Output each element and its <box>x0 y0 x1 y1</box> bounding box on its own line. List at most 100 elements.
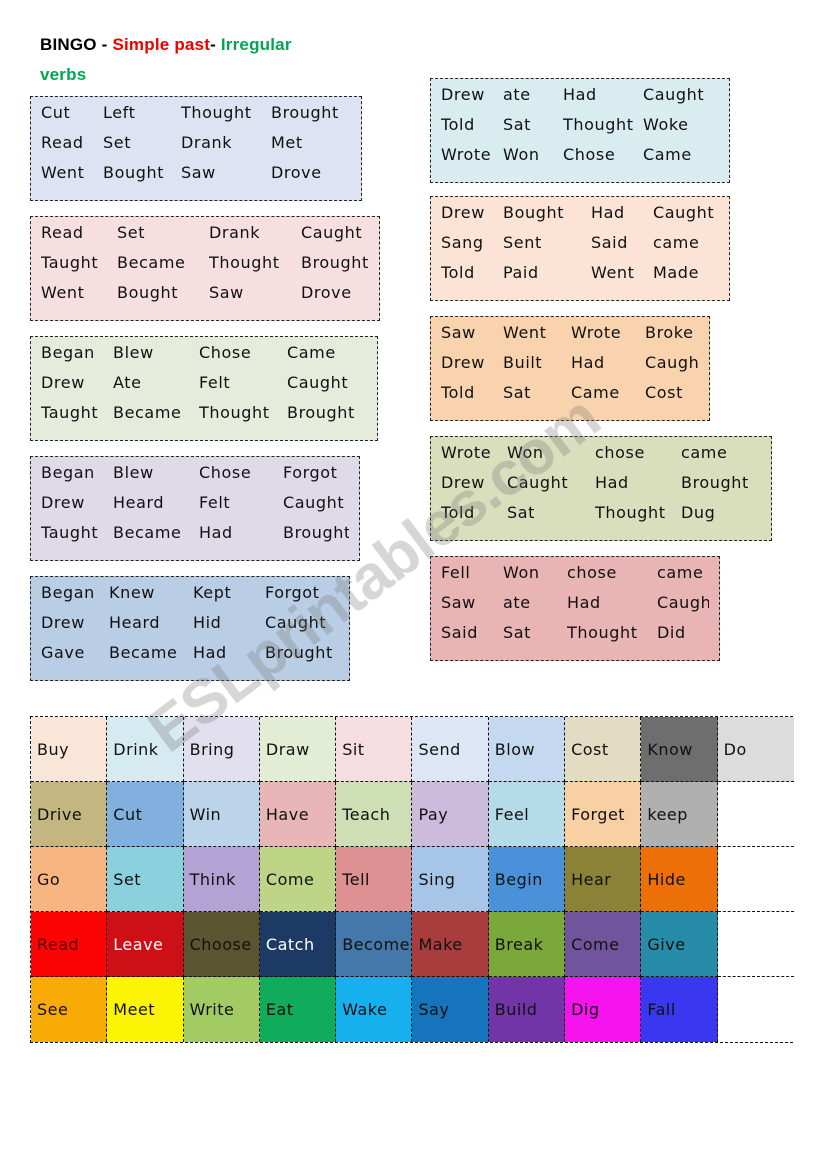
bingo-card-cell[interactable]: Kept <box>193 583 265 602</box>
verb-cell-set[interactable]: Set <box>107 847 184 912</box>
verb-cell-think[interactable]: Think <box>183 847 260 912</box>
bingo-card-cell[interactable]: ate <box>503 593 567 612</box>
bingo-card-cell[interactable]: Came <box>571 383 645 402</box>
bingo-card-cell[interactable]: Taught <box>41 403 113 422</box>
verb-cell-break[interactable]: Break <box>488 912 566 977</box>
verb-cell-sit[interactable]: Sit <box>336 717 413 782</box>
verb-cell-empty[interactable] <box>717 912 794 977</box>
bingo-card-cell[interactable]: Heard <box>109 613 193 632</box>
bingo-card-cell[interactable]: Sang <box>441 233 503 252</box>
bingo-card-cell[interactable]: Taught <box>41 253 117 272</box>
bingo-card-cell[interactable]: Saw <box>441 323 503 342</box>
bingo-card-cell[interactable]: Told <box>441 383 503 402</box>
verb-cell-see[interactable]: See <box>31 977 108 1042</box>
bingo-card-cell[interactable]: Caught <box>265 613 339 632</box>
bingo-card-cell[interactable]: Forgot <box>265 583 339 602</box>
bingo-card-cell[interactable]: Hid <box>193 613 265 632</box>
bingo-card-cell[interactable]: Saw <box>181 163 271 182</box>
bingo-card-cell[interactable]: Dug <box>681 503 761 522</box>
bingo-card-cell[interactable]: Heard <box>113 493 199 512</box>
verb-cell-sing[interactable]: Sing <box>412 847 489 912</box>
bingo-card-cell[interactable]: Told <box>441 503 507 522</box>
verb-cell-draw[interactable]: Draw <box>259 717 337 782</box>
bingo-card-cell[interactable]: Became <box>113 523 199 542</box>
bingo-card-cell[interactable]: Began <box>41 343 113 362</box>
bingo-card-cell[interactable]: Became <box>113 403 199 422</box>
bingo-card-cell[interactable]: Told <box>441 115 503 134</box>
bingo-card-cell[interactable]: Drew <box>41 373 113 392</box>
verb-cell-empty[interactable] <box>717 847 794 912</box>
verb-cell-say[interactable]: Say <box>412 977 489 1042</box>
bingo-card-cell[interactable]: Felt <box>199 493 283 512</box>
bingo-card-cell[interactable]: Went <box>503 323 571 342</box>
verb-cell-cost[interactable]: Cost <box>565 717 642 782</box>
bingo-card-cell[interactable]: Came <box>287 343 367 362</box>
bingo-card-cell[interactable]: Bought <box>117 283 209 302</box>
bingo-card-cell[interactable]: Went <box>41 283 117 302</box>
bingo-card-cell[interactable]: Thought <box>181 103 271 122</box>
bingo-card-cell[interactable]: Made <box>653 263 719 282</box>
verb-cell-fall[interactable]: Fall <box>641 977 718 1042</box>
bingo-card-cell[interactable]: came <box>653 233 719 252</box>
verb-cell-drink[interactable]: Drink <box>107 717 184 782</box>
bingo-card-cell[interactable]: Paid <box>503 263 591 282</box>
bingo-card-cell[interactable]: Forgot <box>283 463 349 482</box>
bingo-card-cell[interactable]: Drew <box>441 85 503 104</box>
verb-cell-write[interactable]: Write <box>183 977 260 1042</box>
bingo-card-cell[interactable]: Brought <box>271 103 351 122</box>
verb-cell-feel[interactable]: Feel <box>488 782 566 847</box>
bingo-card-cell[interactable]: Fell <box>441 563 503 582</box>
bingo-card-cell[interactable]: Said <box>441 623 503 642</box>
bingo-card-cell[interactable]: Won <box>503 563 567 582</box>
bingo-card-cell[interactable]: Cut <box>41 103 103 122</box>
bingo-card-cell[interactable]: Wrote <box>571 323 645 342</box>
bingo-card-cell[interactable]: Drank <box>209 223 301 242</box>
bingo-card-cell[interactable]: Cost <box>645 383 699 402</box>
bingo-card-cell[interactable]: Had <box>591 203 653 222</box>
verb-cell-choose[interactable]: Choose <box>183 912 260 977</box>
bingo-card-cell[interactable]: Set <box>103 133 181 152</box>
bingo-card-cell[interactable]: Had <box>595 473 681 492</box>
bingo-card-cell[interactable]: Read <box>41 133 103 152</box>
verb-cell-pay[interactable]: Pay <box>412 782 489 847</box>
bingo-card-cell[interactable]: Thought <box>199 403 287 422</box>
verb-cell-bring[interactable]: Bring <box>183 717 260 782</box>
verb-cell-come[interactable]: Come <box>565 912 642 977</box>
verb-cell-become[interactable]: Become <box>336 912 413 977</box>
bingo-card-cell[interactable]: Taught <box>41 523 113 542</box>
bingo-card-cell[interactable]: Caught <box>643 85 719 104</box>
verb-cell-hide[interactable]: Hide <box>641 847 718 912</box>
verb-cell-keep[interactable]: keep <box>641 782 718 847</box>
verb-cell-wake[interactable]: Wake <box>336 977 413 1042</box>
bingo-card-cell[interactable]: Drove <box>271 163 351 182</box>
verb-cell-meet[interactable]: Meet <box>107 977 184 1042</box>
verb-cell-read[interactable]: Read <box>31 912 108 977</box>
verb-cell-have[interactable]: Have <box>259 782 337 847</box>
bingo-card-cell[interactable]: Began <box>41 583 109 602</box>
verb-cell-tell[interactable]: Tell <box>336 847 413 912</box>
verb-cell-send[interactable]: Send <box>412 717 489 782</box>
bingo-card-cell[interactable]: chose <box>567 563 657 582</box>
bingo-card-cell[interactable]: Drew <box>441 473 507 492</box>
bingo-card-cell[interactable]: Went <box>591 263 653 282</box>
bingo-card-cell[interactable]: Woke <box>643 115 719 134</box>
bingo-card-cell[interactable]: Felt <box>199 373 287 392</box>
bingo-card-cell[interactable]: Thought <box>595 503 681 522</box>
bingo-card-cell[interactable]: Won <box>503 145 563 164</box>
bingo-card-cell[interactable]: Drank <box>181 133 271 152</box>
bingo-card-cell[interactable]: Saw <box>209 283 301 302</box>
bingo-card-cell[interactable]: Built <box>503 353 571 372</box>
bingo-card-cell[interactable]: Had <box>567 593 657 612</box>
bingo-card-cell[interactable]: Sat <box>503 623 567 642</box>
bingo-card-cell[interactable]: chose <box>595 443 681 462</box>
bingo-card-cell[interactable]: Thought <box>563 115 643 134</box>
bingo-card-cell[interactable]: Drove <box>301 283 369 302</box>
verb-cell-know[interactable]: Know <box>641 717 718 782</box>
bingo-card-cell[interactable]: Brought <box>681 473 761 492</box>
bingo-card-cell[interactable]: Had <box>199 523 283 542</box>
verb-cell-empty[interactable] <box>717 977 794 1042</box>
bingo-card-cell[interactable]: Caught <box>653 203 719 222</box>
bingo-card-cell[interactable]: came <box>657 563 709 582</box>
bingo-card-cell[interactable]: Left <box>103 103 181 122</box>
bingo-card-cell[interactable]: Caught <box>287 373 367 392</box>
